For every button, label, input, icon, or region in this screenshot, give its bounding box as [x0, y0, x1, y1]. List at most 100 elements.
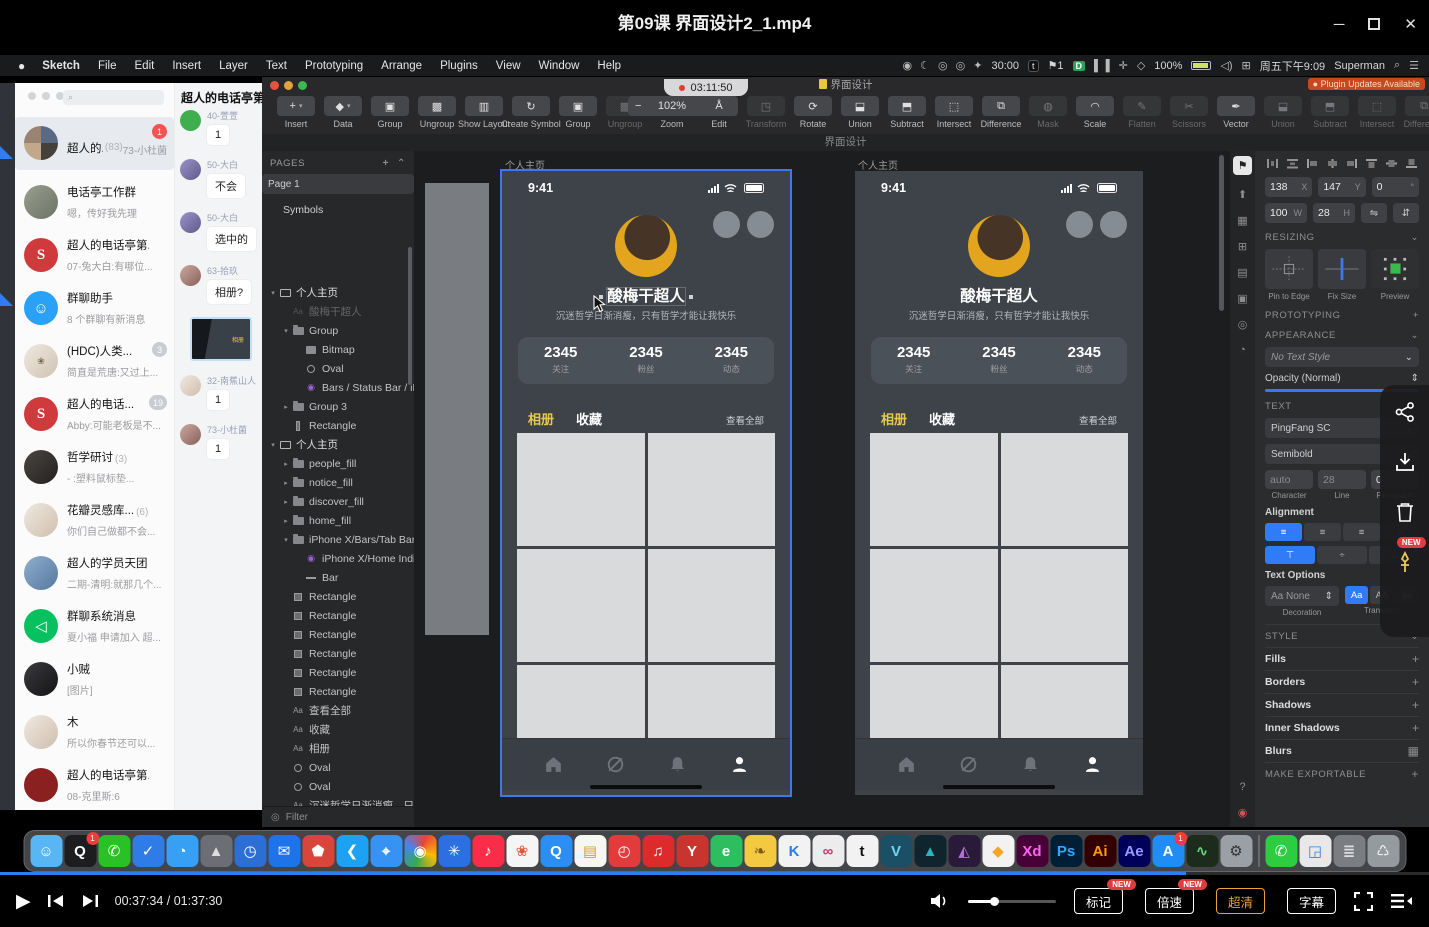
wechat-traffic-lights[interactable] — [28, 92, 64, 100]
dock-safari-icon[interactable]: ⌖ — [370, 835, 402, 867]
pin-to-edge-control[interactable] — [1265, 249, 1313, 289]
opacity-stepper[interactable]: ⇕ — [1411, 373, 1419, 384]
dock-finder-icon[interactable]: ☺ — [30, 835, 62, 867]
align-right-icon[interactable] — [1345, 158, 1358, 169]
layer-row[interactable]: Oval — [262, 758, 414, 777]
y-field[interactable]: 147Y — [1318, 177, 1365, 197]
align-middle-v-icon[interactable] — [1385, 158, 1398, 169]
layer-row[interactable]: Aa收藏 — [262, 720, 414, 739]
decoration-select[interactable]: Aa None⇕ — [1265, 586, 1339, 606]
search-icon[interactable]: ⌕ — [1394, 59, 1400, 72]
toolbar-rotate-button[interactable]: ⟳Rotate — [791, 96, 835, 129]
dock-mail-icon[interactable]: ✉ — [268, 835, 300, 867]
player-超清-button[interactable]: 超清 — [1216, 888, 1265, 914]
user-name[interactable]: Superman — [1334, 60, 1385, 72]
circle-button[interactable] — [1100, 211, 1127, 238]
tab-favorites[interactable]: 收藏 — [576, 409, 602, 428]
plugin-tool-icon[interactable]: ▦ — [1237, 214, 1247, 227]
menu-arrange[interactable]: Arrange — [372, 60, 431, 72]
layer-row[interactable]: ▾iPhone X/Bars/Tab Bar/... — [262, 530, 414, 549]
toolbar-show-layout-button[interactable]: ▥Show Layout — [462, 96, 506, 129]
menu-prototyping[interactable]: Prototyping — [296, 60, 372, 72]
home-icon[interactable] — [543, 754, 564, 775]
profile-icon[interactable] — [1082, 754, 1103, 775]
dock-bird-app-icon[interactable]: ❮ — [336, 835, 368, 867]
dock-qq-icon[interactable]: Q1 — [64, 835, 96, 867]
t-app-icon[interactable]: t — [1028, 60, 1039, 72]
volume-icon[interactable] — [930, 893, 950, 909]
layer-row[interactable]: Bitmap — [262, 340, 414, 359]
make-exportable-row[interactable]: MAKE EXPORTABLE+ — [1265, 762, 1419, 785]
plugin-tool-icon[interactable]: ⬆ — [1238, 188, 1247, 201]
message-image[interactable]: 相册 — [190, 317, 252, 361]
dock-photoshop-icon[interactable]: Ps — [1050, 835, 1082, 867]
dock-downloads-stack-icon[interactable]: ≣ — [1333, 835, 1365, 867]
dock-shield-app-icon[interactable]: ⬟ — [302, 835, 334, 867]
flip-vertical-button[interactable]: ⇵ — [1393, 203, 1419, 223]
distribute-h-icon[interactable] — [1266, 158, 1279, 169]
layer-row[interactable]: ▸notice_fill — [262, 473, 414, 492]
dock-facetime-icon[interactable]: ✆ — [1265, 835, 1297, 867]
chat-list-item[interactable]: 花瓣灵感库...(6)你们自己做都不会... — [15, 494, 174, 547]
toolbar-vector-button[interactable]: ✒Vector — [1214, 96, 1258, 129]
dock-sketch-icon[interactable]: ◆ — [982, 835, 1014, 867]
dock-music-icon[interactable]: ♪ — [472, 835, 504, 867]
add-page-icon[interactable]: + — [383, 158, 389, 169]
dock-alarm-app-icon[interactable]: ◴ — [608, 835, 640, 867]
toolbar-group-button[interactable]: ▣Group — [368, 96, 412, 129]
align-text-left-button[interactable]: ≡ — [1265, 523, 1302, 541]
control-center-icon[interactable]: ☰ — [1409, 59, 1419, 72]
dock-timer-app-icon[interactable]: ◷ — [234, 835, 266, 867]
chat-list-item[interactable]: S超人的电话...19Abby:可能老板是不... — [15, 388, 174, 441]
chat-list-item[interactable]: 哲学研讨(3)- :塑料鼠标垫... — [15, 441, 174, 494]
dock-tumblr-icon[interactable]: t — [846, 835, 878, 867]
menu-edit[interactable]: Edit — [126, 60, 164, 72]
player-标记-button[interactable]: 标记NEW — [1074, 888, 1123, 914]
canvas-scrollbar[interactable] — [1219, 155, 1224, 311]
fix-size-control[interactable] — [1318, 249, 1366, 289]
dock-flower-app-icon[interactable]: ✳ — [438, 835, 470, 867]
style-row-inner-shadows[interactable]: Inner Shadows+ — [1265, 716, 1419, 739]
layer-row[interactable]: ▸Group 3 — [262, 397, 414, 416]
menu-sketch[interactable]: Sketch — [33, 60, 89, 72]
view-all-link[interactable]: 查看全部 — [1079, 413, 1117, 427]
home-icon[interactable] — [896, 754, 917, 775]
plugin-tool-icon[interactable]: ◎ — [1238, 318, 1248, 331]
layout-icon[interactable]: ▌▐ — [1094, 60, 1110, 72]
share-nodes-icon[interactable] — [1394, 401, 1416, 423]
layers-scrollbar[interactable] — [408, 247, 412, 385]
plugin-tool-icon[interactable]: ◔ — [1239, 344, 1246, 356]
screen-record-icon[interactable]: ◉ — [1230, 806, 1255, 819]
align-left-icon[interactable] — [1306, 158, 1319, 169]
fullscreen-icon[interactable] — [1354, 892, 1373, 911]
layer-row[interactable]: Oval — [262, 359, 414, 378]
page-item[interactable]: Page 1 — [262, 174, 414, 194]
dock-keynote-icon[interactable]: K — [778, 835, 810, 867]
wechat-search-input[interactable]: ⌕ — [63, 90, 164, 105]
align-top-icon[interactable] — [1365, 158, 1378, 169]
chat-list-item[interactable]: 木所以你春节还可以... — [15, 706, 174, 759]
layer-row[interactable]: ◉iPhone X/Home Indic... — [262, 549, 414, 568]
layer-row[interactable]: Rectangle — [262, 587, 414, 606]
align-text-top-button[interactable]: ⊤ — [1265, 546, 1315, 564]
status-icon[interactable]: ◎ — [938, 59, 948, 72]
pin-tool[interactable]: NEW — [1394, 551, 1416, 580]
layer-filter[interactable]: ◎ Filter — [262, 806, 414, 827]
dock-wechat-icon[interactable]: ✆ — [98, 835, 130, 867]
toolbar-subtract-button[interactable]: ⬒Subtract — [885, 96, 929, 129]
height-field[interactable]: 28H — [1313, 203, 1355, 223]
layer-row[interactable]: Oval — [262, 777, 414, 796]
align-bottom-icon[interactable] — [1405, 158, 1418, 169]
volume-slider[interactable] — [968, 900, 1056, 903]
x-field[interactable]: 138X — [1265, 177, 1312, 197]
dock-illustrator-icon[interactable]: Ai — [1084, 835, 1116, 867]
grid-icon[interactable]: ⊞ — [1242, 59, 1251, 72]
layer-row[interactable]: ▾Group — [262, 321, 414, 340]
dock-adobe-xd-icon[interactable]: Xd — [1016, 835, 1048, 867]
chat-list-item[interactable]: 超人的...(83)173-小杜菌: 1 — [15, 117, 174, 170]
chat-list-item[interactable]: ☺群聊助手8 个群聊有新消息 — [15, 282, 174, 335]
layer-row[interactable]: Rectangle — [262, 416, 414, 435]
help-icon[interactable]: ? — [1230, 781, 1255, 793]
toolbar-ungroup-button[interactable]: ▩Ungroup — [415, 96, 459, 129]
layer-row[interactable]: Rectangle — [262, 625, 414, 644]
